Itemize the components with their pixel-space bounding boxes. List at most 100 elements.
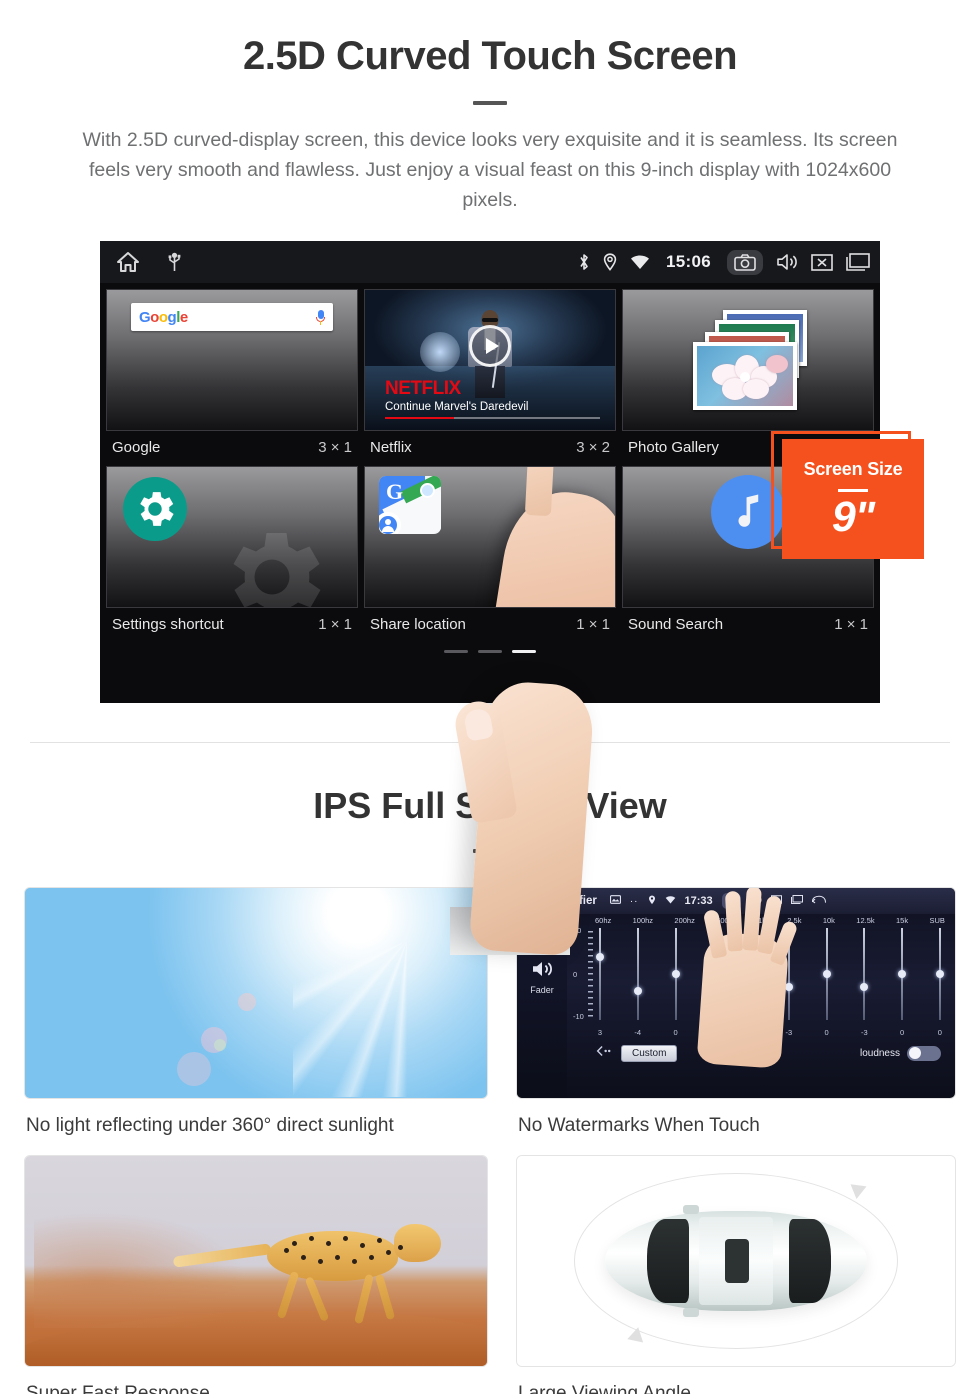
prev-preset-icon[interactable] (595, 1044, 611, 1062)
screen-size-badge: Screen Size 9" (782, 439, 924, 559)
loudness-control[interactable]: loudness (860, 1045, 941, 1061)
widget-row-2: Settings shortcut 1 × 1 G Share location… (106, 466, 874, 643)
eq-band-label: 10k (822, 916, 835, 925)
eq-slider[interactable] (595, 928, 605, 1020)
widget-size: 1 × 1 (576, 616, 610, 633)
widget-size: 1 × 1 (834, 616, 868, 633)
preset-button[interactable]: Custom (621, 1044, 678, 1062)
more-dots-icon[interactable]: ·· (630, 896, 639, 907)
back-icon[interactable] (811, 895, 826, 907)
card-label: No light reflecting under 360° direct su… (26, 1115, 394, 1136)
widget-caption: Share location 1 × 1 (364, 608, 616, 643)
map-pin-icon (420, 483, 435, 498)
eq-slider[interactable] (671, 928, 681, 1020)
eq-band-label: 100hz (632, 916, 654, 925)
eq-band-label: 60hz (595, 916, 612, 925)
widget-caption: Google 3 × 1 (106, 431, 358, 466)
android-status-bar: 15:06 (100, 241, 880, 283)
widget-caption: Settings shortcut 1 × 1 (106, 608, 358, 643)
running-cheetah (172, 1215, 441, 1333)
widget-name: Google (112, 439, 161, 456)
location-icon[interactable] (603, 253, 617, 271)
eq-slider[interactable] (897, 928, 907, 1020)
eq-value: 0 (824, 1028, 829, 1037)
axis-bottom-label: -10 (573, 1012, 584, 1021)
image-icon[interactable] (609, 895, 621, 907)
volume-icon[interactable] (776, 253, 798, 271)
widget-google[interactable]: Google Google 3 × 1 (106, 289, 358, 466)
widget-settings-shortcut[interactable]: Settings shortcut 1 × 1 (106, 466, 358, 643)
widget-size: 1 × 1 (318, 616, 352, 633)
eq-slider[interactable] (633, 928, 643, 1020)
eq-band-label: SUB (929, 916, 945, 925)
title-underline (473, 101, 507, 105)
page-dot-3[interactable] (512, 650, 536, 653)
widget-preview[interactable] (622, 289, 874, 431)
page-dot-1[interactable] (444, 650, 468, 653)
page-dot-2[interactable] (478, 650, 502, 653)
eq-axis: 10 0 -10 (573, 926, 595, 1021)
google-maps-icon[interactable]: G (379, 476, 441, 534)
car-body (604, 1204, 868, 1318)
status-clock: 15:06 (666, 252, 711, 271)
loudness-toggle[interactable] (907, 1045, 941, 1061)
widget-preview[interactable] (106, 466, 358, 608)
badge-value: 9" (831, 493, 875, 541)
widget-caption: Sound Search 1 × 1 (622, 608, 874, 643)
photo-stack (693, 309, 813, 410)
android-head-unit-screen: 15:06 Google Google 3 × 1 NETFLIX Contin… (100, 241, 880, 703)
widget-row-1: Google Google 3 × 1 NETFLIX Continue Mar… (106, 289, 874, 466)
eq-slider[interactable] (859, 928, 869, 1020)
fader-label[interactable]: Fader (530, 985, 554, 995)
speaker-icon[interactable] (531, 960, 553, 983)
close-icon[interactable] (811, 253, 833, 271)
amplifier-clock: 17:33 (684, 895, 713, 907)
widget-name: Netflix (370, 439, 412, 456)
device-showcase: 15:06 Google Google 3 × 1 NETFLIX Contin… (0, 231, 980, 957)
eq-value: -3 (861, 1028, 868, 1037)
car-top-view-illustration (516, 1155, 956, 1367)
play-icon[interactable] (469, 325, 511, 367)
widget-size: 3 × 1 (318, 439, 352, 456)
widget-name: Photo Gallery (628, 439, 719, 456)
feature-card-response: Super Fast Response (24, 1155, 488, 1394)
widget-preview[interactable]: G (364, 466, 616, 608)
pointing-hand-illustration (476, 467, 615, 607)
eq-value: 3 (597, 1028, 603, 1037)
wifi-icon[interactable] (665, 895, 676, 907)
google-logo: Google (139, 308, 188, 326)
netflix-logo: NETFLIX (385, 378, 461, 399)
recents-icon[interactable] (846, 253, 870, 271)
home-icon[interactable] (116, 251, 140, 273)
axis-mid-label: 0 (573, 970, 578, 979)
curved-screen-section: 2.5D Curved Touch Screen With 2.5D curve… (0, 0, 980, 957)
netflix-subtitle: Continue Marvel's Daredevil (385, 401, 529, 413)
location-icon[interactable] (648, 895, 656, 908)
microphone-icon[interactable] (316, 309, 325, 325)
sunlight-photo (24, 887, 488, 1099)
gear-icon[interactable] (123, 477, 187, 541)
eq-slider[interactable] (822, 928, 832, 1020)
widget-preview[interactable]: Google (106, 289, 358, 431)
blossom-photo (697, 345, 793, 406)
eq-value: 0 (673, 1028, 678, 1037)
amplifier-screenshot: Amplifier ·· 17:33 (516, 887, 956, 1099)
recents-icon[interactable] (790, 895, 803, 907)
usb-icon[interactable] (168, 252, 181, 272)
gear-watermark-icon (212, 517, 332, 607)
feature-card-watermarks: Amplifier ·· 17:33 (516, 887, 956, 1155)
google-search-bar[interactable]: Google (131, 303, 333, 331)
bluetooth-icon[interactable] (578, 253, 590, 271)
widget-picker-grid: Google Google 3 × 1 NETFLIX Continue Mar… (100, 283, 880, 653)
eq-value: -3 (785, 1028, 793, 1037)
wifi-icon[interactable] (630, 254, 650, 270)
netflix-artwork: NETFLIX Continue Marvel's Daredevil (365, 290, 615, 430)
camera-icon[interactable] (727, 249, 763, 275)
widget-preview[interactable]: NETFLIX Continue Marvel's Daredevil (364, 289, 616, 431)
eq-slider[interactable] (935, 928, 945, 1020)
widget-netflix[interactable]: NETFLIX Continue Marvel's Daredevil Netf… (364, 289, 616, 466)
cheetah-photo (24, 1155, 488, 1367)
eq-value: 0 (900, 1028, 905, 1037)
widget-name: Settings shortcut (112, 616, 224, 633)
widget-share-location[interactable]: G Share location 1 × 1 (364, 466, 616, 643)
